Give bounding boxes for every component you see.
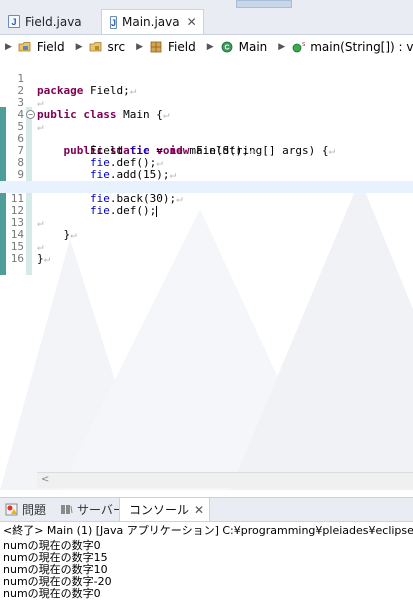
tab-main-java[interactable]: J Main.java ✕	[101, 9, 204, 34]
code-line: 10 fie.back(30);↵	[11, 181, 183, 205]
code-line: 13 }↵	[10, 216, 77, 241]
code-line: 4 ↵	[17, 108, 44, 133]
close-icon[interactable]: ✕	[187, 15, 197, 29]
breadcrumb-label: Field	[36, 40, 65, 54]
code-line: 7 fie.def();↵	[17, 144, 163, 169]
close-icon[interactable]: ✕	[194, 503, 204, 517]
breadcrumb-item-class[interactable]: C Main	[220, 40, 268, 54]
code-line: 16	[10, 252, 24, 265]
package-icon	[150, 41, 162, 53]
fold-toggle-icon[interactable]: −	[26, 110, 35, 119]
svg-text:S: S	[302, 42, 305, 48]
code-line: 14 ↵	[10, 228, 44, 253]
tab-label: Main.java	[122, 15, 180, 29]
breadcrumb-item-src[interactable]: src	[89, 40, 126, 54]
java-file-icon: J	[110, 15, 118, 29]
problems-icon	[5, 503, 18, 516]
chevron-right-icon: ▶	[206, 42, 214, 52]
scroll-left-icon[interactable]: <	[41, 474, 49, 485]
package-folder-icon	[89, 42, 101, 52]
breadcrumb: ▶ Field ▶ src ▶ Field ▶ C Main ▶ S main(…	[0, 35, 413, 59]
breadcrumb-label: Field	[168, 40, 196, 54]
tab-field-java[interactable]: J Field.java	[0, 9, 100, 34]
class-icon: C	[221, 41, 233, 53]
breadcrumb-item-method[interactable]: S main(String[]) : void	[291, 40, 413, 54]
toolbar-strip	[236, 0, 292, 8]
code-line: 6 Field fie = new Field();↵	[17, 132, 256, 157]
tab-problems[interactable]: 問題	[0, 498, 51, 521]
tab-label: サーバー	[77, 503, 125, 517]
view-tab-bar: 問題 サーバー コンソール ✕	[0, 497, 413, 521]
code-line: 15 }↵	[10, 240, 51, 265]
code-line: 12 ↵	[10, 204, 44, 229]
breadcrumb-label: Main	[238, 40, 268, 54]
chevron-right-icon: ▶	[5, 42, 12, 52]
console-header: <終了> Main (1) [Java アプリケーション] C:¥program…	[0, 521, 413, 539]
code-line: 2 ↵	[17, 84, 44, 109]
project-icon	[18, 42, 31, 52]
breadcrumb-label: main(String[]) : void	[310, 40, 413, 54]
code-editor[interactable]: 1 package Field;↵ 2 ↵ 3 public class Mai…	[0, 59, 413, 490]
tab-console[interactable]: コンソール ✕	[119, 498, 210, 521]
code-line: 5 − public static void main(String[] arg…	[17, 110, 336, 157]
horizontal-scrollbar[interactable]: <	[37, 472, 413, 488]
tab-label: 問題	[22, 503, 47, 517]
code-line: 3 public class Main {↵	[17, 96, 170, 121]
code-line-current: 11 fie.def();	[0, 181, 413, 217]
chevron-right-icon: ▶	[75, 42, 83, 52]
java-file-icon: J	[8, 15, 20, 28]
code-line: 1 package Field;↵	[17, 72, 137, 97]
breadcrumb-label: src	[107, 40, 126, 54]
breadcrumb-item-project[interactable]: Field	[18, 40, 65, 54]
chevron-right-icon: ▶	[278, 42, 286, 52]
breadcrumb-item-package[interactable]: Field	[149, 40, 196, 54]
servers-icon	[61, 505, 73, 514]
tab-label: Field.java	[25, 14, 82, 29]
editor-tab-bar: J Field.java J Main.java ✕	[0, 0, 413, 35]
code-line: 9 fie.back(5);↵	[17, 168, 176, 193]
tab-label: コンソール	[129, 503, 190, 517]
console-line: numの現在の数字0	[3, 587, 101, 600]
console-output[interactable]: numの現在の数字0 numの現在の数字15 numの現在の数字10 numの現…	[0, 540, 413, 616]
svg-text:C: C	[224, 45, 229, 52]
code-line: 8 fie.add(15);↵	[17, 156, 177, 181]
method-icon: S	[292, 42, 305, 53]
chevron-right-icon: ▶	[136, 42, 143, 52]
